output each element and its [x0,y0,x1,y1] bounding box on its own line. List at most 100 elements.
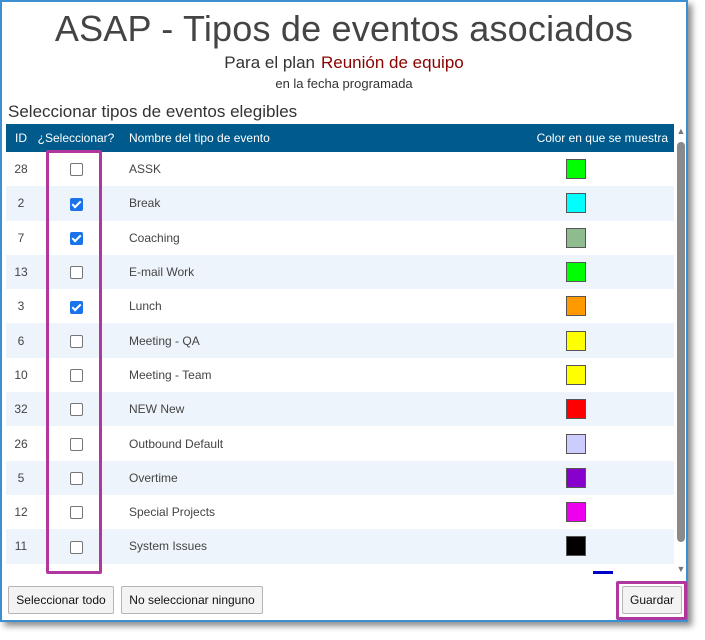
color-swatch [566,262,586,283]
row-color-cell [528,460,674,495]
row-select-cell [36,460,116,495]
row-select-cell [36,358,116,392]
save-button[interactable]: Guardar [622,586,682,614]
row-name: Lunch [129,299,162,314]
column-header-name: Nombre del tipo de evento [116,124,528,152]
row-select-cell [36,289,116,323]
row-id: 2 [6,186,36,221]
column-header-select: ¿Seleccionar? [36,124,116,152]
scroll-thumb[interactable] [677,142,685,542]
row-name: Meeting - Team [129,367,212,382]
color-swatch [566,193,586,214]
color-swatch [566,159,586,180]
row-name: Meeting - QA [116,323,528,358]
row-name: Special Projects [129,505,216,520]
row-id: 12 [14,505,28,520]
color-swatch [566,330,586,351]
row-select-cell [36,152,116,186]
row-color-cell [528,529,674,564]
color-swatch [566,502,586,523]
row-name: System Issues [116,529,528,564]
table-row: 7 Coaching [6,221,674,255]
table-row: 28 ASSK [6,152,674,186]
row-select-checkbox[interactable] [69,163,83,177]
row-color-cell [528,289,674,323]
row-color-cell [528,358,674,392]
date-note: en la fecha programada [275,76,413,91]
row-id: 5 [6,460,36,495]
table-row: 5 Overtime [6,460,674,495]
table-row: 12 Special Projects [6,495,674,529]
table-body: 28 ASSK 2 Break 7 Coaching 13 E-mail Work 3 Lunch… [6,152,674,564]
row-name: Break [116,186,528,221]
row-color-cell [528,392,674,427]
row-id: 10 [14,367,28,382]
row-name: ASSK [129,162,162,177]
row-id: 28 [14,162,28,177]
row-id: 32 [6,392,36,427]
row-name: E-mail Work [116,254,528,290]
row-select-cell [36,221,116,255]
row-select-cell [36,529,116,564]
scroll-up-arrow-icon[interactable]: ▲ [676,126,686,136]
row-select-cell [36,495,116,529]
color-swatch [566,227,586,248]
select-none-button[interactable]: No seleccionar ninguno [121,586,263,614]
row-select-checkbox[interactable] [69,471,83,485]
plan-name: Reunión de equipo [321,53,464,72]
row-color-cell [528,186,674,221]
table-row: 13 E-mail Work [6,254,674,290]
scroll-down-arrow-icon[interactable]: ▼ [676,564,686,574]
row-select-checkbox[interactable] [69,540,83,554]
row-select-checkbox[interactable] [69,403,83,417]
row-select-checkbox[interactable] [69,266,83,280]
section-title: Seleccionar tipos de eventos elegibles [8,102,298,121]
row-name: Overtime [116,460,528,495]
plan-line: Para el plan Reunión de equipo [2,53,686,73]
row-select-checkbox[interactable] [69,231,83,245]
table-row: 6 Meeting - QA [6,323,674,358]
table-scrollbar[interactable]: ▲ ▼ [676,126,686,574]
row-select-checkbox[interactable] [69,334,83,348]
row-id: 11 [6,529,36,564]
row-select-cell [36,254,116,290]
row-id: 26 [14,436,28,451]
row-select-cell [36,392,116,427]
row-id: 3 [17,299,25,314]
color-swatch [566,399,586,420]
row-select-checkbox[interactable] [69,369,83,383]
row-id: 13 [6,254,36,290]
color-swatch [566,433,586,454]
color-swatch [566,296,586,317]
color-swatch [566,536,586,557]
event-types-table: ID ¿Seleccionar? Nombre del tipo de even… [6,124,674,564]
table-row: 11 System Issues [6,529,674,564]
row-select-checkbox[interactable] [69,506,83,520]
table-row: 32 NEW New [6,392,674,427]
table-row: 2 Break [6,186,674,221]
plan-prefix: Para el plan [224,53,315,72]
row-select-checkbox[interactable] [69,437,83,451]
row-color-cell [528,495,674,529]
row-name: NEW New [116,392,528,427]
color-swatch [566,467,586,488]
column-header-id: ID [6,124,36,152]
table-row: 3 Lunch [6,289,674,323]
column-header-color: Color en que se muestra [528,124,674,152]
row-select-cell [36,426,116,460]
page-title: ASAP - Tipos de eventos asociados [54,8,634,49]
row-name: Coaching [129,230,180,245]
row-select-cell [36,323,116,358]
row-color-cell [528,254,674,290]
table-row: 26 Outbound Default [6,426,674,460]
row-color-cell [528,426,674,460]
row-color-cell [528,221,674,255]
event-types-table-wrap[interactable]: ID ¿Seleccionar? Nombre del tipo de even… [6,124,674,568]
row-name: Outbound Default [129,436,224,451]
table-row: 10 Meeting - Team [6,358,674,392]
row-select-checkbox[interactable] [69,300,83,314]
partially-hidden-swatch [593,571,613,574]
select-all-button[interactable]: Seleccionar todo [8,586,114,614]
row-select-cell [36,186,116,221]
row-select-checkbox[interactable] [69,197,83,211]
